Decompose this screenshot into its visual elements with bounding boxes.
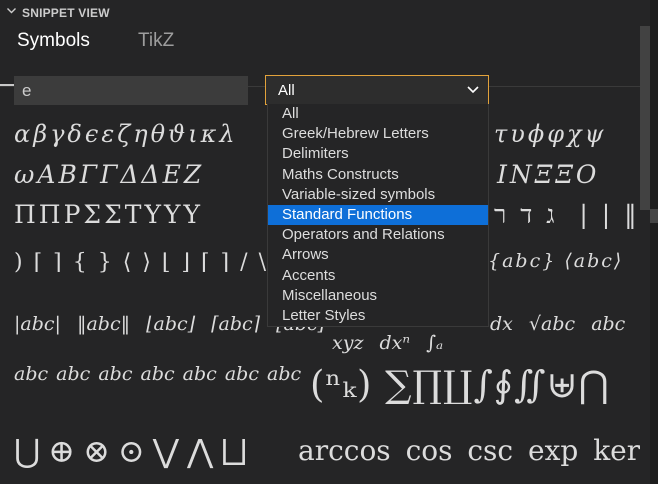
symbol-row-delimiters-right[interactable]: {abc} ⟨abc⟩ <box>488 250 623 272</box>
dropdown-option-operators-relations[interactable]: Operators and Relations <box>268 225 488 245</box>
chevron-down-icon <box>0 5 22 19</box>
category-select-value: All <box>278 81 295 99</box>
dropdown-option-greek-hebrew[interactable]: Greek/Hebrew Letters <box>268 124 488 144</box>
symbol-row-variable-sized[interactable]: (ⁿₖ) ∑∏∐∫∮∬⊎⋂ <box>310 363 610 406</box>
symbol-row-standard-functions[interactable]: arccos cos csc exp ker <box>298 434 640 467</box>
search-input[interactable] <box>14 76 248 105</box>
category-select[interactable]: All <box>265 75 489 105</box>
tab-tikz[interactable]: TikZ <box>138 30 174 52</box>
dropdown-option-letter-styles[interactable]: Letter Styles <box>268 306 488 326</box>
symbol-row-constructs-right[interactable]: dx √abc abc <box>490 313 625 335</box>
symbol-row-greek-lower[interactable]: αβγδϵεζηθϑικλ <box>14 120 238 148</box>
symbol-row-constructs[interactable]: xyz dxⁿ ∫ₐ <box>332 332 443 354</box>
vertical-scrollbar[interactable] <box>640 26 650 210</box>
symbol-row-accents[interactable]: abc abc abc abc abc abc abc <box>14 363 301 385</box>
scrollbar-thumb[interactable] <box>650 209 658 223</box>
symbol-row-hebrew[interactable]: ג ד ר ‌ | | ‖ ( <box>494 200 640 230</box>
dropdown-option-accents[interactable]: Accents <box>268 266 488 286</box>
dropdown-option-miscellaneous[interactable]: Miscellaneous <box>268 286 488 306</box>
symbol-row-operators[interactable]: ⋃⊕⊗⊙⋁⋀⨆ <box>14 432 255 471</box>
tab-symbols[interactable]: Symbols <box>17 30 90 52</box>
dropdown-option-maths-constructs[interactable]: Maths Constructs <box>268 165 488 185</box>
symbol-row-greek-upper-2[interactable]: ΠΠΡΣΣΤΥΥΥ <box>14 200 203 229</box>
dropdown-option-delimiters[interactable]: Delimiters <box>268 144 488 164</box>
tab-bar: Symbols TikZ <box>0 28 640 87</box>
section-title: SNIPPET VIEW <box>22 6 110 20</box>
symbol-row-greek-lower-right[interactable]: τυϕφχψ <box>494 120 606 148</box>
symbol-row-greek-upper[interactable]: ωABΓΓΔΔEZ <box>14 160 204 189</box>
dropdown-option-variable-sized[interactable]: Variable-sized symbols <box>268 185 488 205</box>
category-dropdown-list: All Greek/Hebrew Letters Delimiters Math… <box>267 104 489 327</box>
editor-edge <box>650 0 658 484</box>
dropdown-option-arrows[interactable]: Arrows <box>268 245 488 265</box>
section-header[interactable]: SNIPPET VIEW <box>0 0 640 26</box>
symbol-row-greek-upper-right[interactable]: ΙΝΞΞΟ <box>497 160 599 189</box>
dropdown-option-standard-functions[interactable]: Standard Functions <box>268 204 488 226</box>
dropdown-option-all[interactable]: All <box>268 104 488 124</box>
chevron-down-icon <box>466 82 480 100</box>
